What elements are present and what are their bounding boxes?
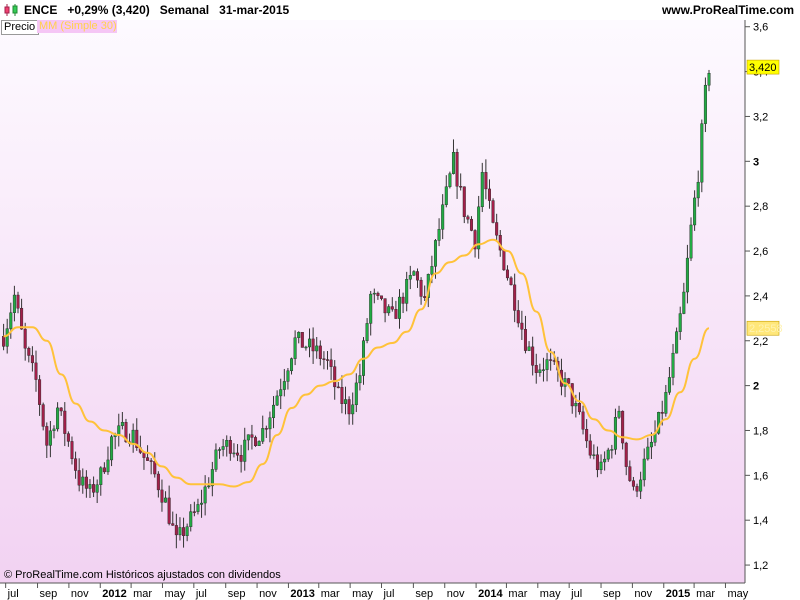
x-tick-label: mar <box>696 588 715 600</box>
candle <box>300 332 304 348</box>
x-tick-label: sep <box>40 588 58 600</box>
candle <box>448 171 452 189</box>
x-tick-label: may <box>352 588 373 600</box>
y-tick-label: 2 <box>753 381 759 393</box>
last-price-badge: 3,420 <box>746 59 780 75</box>
candle <box>41 402 45 431</box>
y-tick-label: 2,6 <box>753 246 768 258</box>
x-tick-label: sep <box>415 588 433 600</box>
x-tick-label: jul <box>382 588 394 600</box>
candle <box>254 435 258 447</box>
footer-note: © ProRealTime.com Históricos ajustados c… <box>4 569 281 581</box>
x-tick-label: nov <box>447 588 465 600</box>
x-tick-label: mar <box>133 588 152 600</box>
x-tick-label: jul <box>195 588 207 600</box>
moving-average-badge: 2,2558 <box>746 320 783 336</box>
y-tick-label: 1,2 <box>753 560 768 572</box>
y-tick-label: 2,4 <box>753 291 768 303</box>
x-tick-label: may <box>164 588 185 600</box>
candle <box>491 198 495 224</box>
legend-price[interactable]: Precio <box>1 20 39 35</box>
plot-area <box>0 20 745 583</box>
x-tick-label: jul <box>570 588 582 600</box>
x-tick-label: 2014 <box>478 588 503 600</box>
y-tick-label: 1,4 <box>753 515 768 527</box>
candle <box>502 249 506 271</box>
candle <box>703 77 707 133</box>
x-tick-label: may <box>540 588 561 600</box>
y-tick-label: 2,2 <box>753 336 768 348</box>
y-tick-label: 1,8 <box>753 425 768 437</box>
x-tick-label: may <box>727 588 748 600</box>
svg-text:2,2558: 2,2558 <box>749 323 783 335</box>
price-chart[interactable]: 1,21,41,61,822,22,42,62,833,23,43,6 juls… <box>0 0 800 600</box>
x-tick-label: mar <box>321 588 340 600</box>
legend-moving-average[interactable]: MM (Simple 30) <box>37 20 117 33</box>
svg-text:3,420: 3,420 <box>749 62 777 74</box>
x-tick-label: nov <box>634 588 652 600</box>
y-tick-label: 1,6 <box>753 470 768 482</box>
y-tick-label: 3,6 <box>753 22 768 34</box>
x-tick-label: 2015 <box>666 588 690 600</box>
x-tick-label: 2013 <box>290 588 314 600</box>
y-tick-label: 3,2 <box>753 111 768 123</box>
x-tick-label: nov <box>259 588 277 600</box>
y-tick-label: 2,8 <box>753 201 768 213</box>
candle <box>700 119 704 193</box>
x-tick-label: sep <box>228 588 246 600</box>
x-tick-label: sep <box>603 588 621 600</box>
x-tick-label: nov <box>71 588 89 600</box>
y-tick-label: 3 <box>753 156 759 168</box>
x-tick-label: jul <box>7 588 19 600</box>
x-tick-label: 2012 <box>102 588 126 600</box>
x-tick-label: mar <box>508 588 527 600</box>
